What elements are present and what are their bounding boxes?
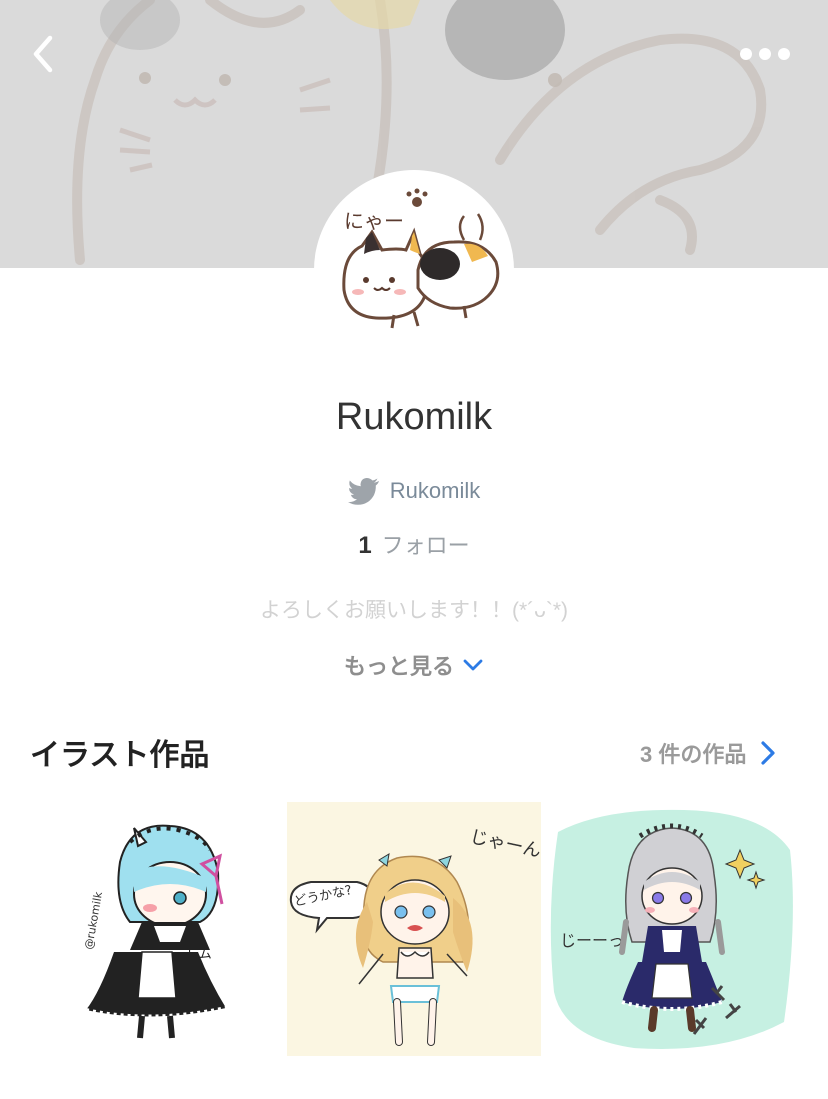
illustration-thumbnail-3[interactable]: じーーっ <box>544 802 798 1056</box>
twitter-icon <box>347 478 379 505</box>
follow-label: フォロー <box>381 533 470 558</box>
illustration-1-signature: @rukomilk <box>82 890 105 950</box>
paw-icon <box>406 188 428 207</box>
illustration-thumbnail-2[interactable]: じゃーん どうかな? <box>287 802 541 1056</box>
avatar-cat-illustration: にゃー <box>342 188 500 329</box>
twitter-handle: Rukomilk <box>389 478 481 503</box>
more-options-button[interactable] <box>734 36 796 72</box>
avatar[interactable]: にゃー <box>314 170 514 370</box>
illustration-artwork-1: @rukomilk レム <box>82 824 227 1039</box>
back-button[interactable] <box>22 30 66 78</box>
more-dots-icon <box>740 48 790 60</box>
follow-count: 1 <box>358 532 372 559</box>
chevron-left-icon <box>33 35 53 73</box>
illustration-1-caption: レム <box>186 947 212 962</box>
profile-name: Rukomilk <box>335 396 493 438</box>
illustration-thumbnail-1[interactable]: @rukomilk レム <box>30 802 284 1056</box>
avatar-text: にゃー <box>344 209 404 233</box>
illustrations-title: イラスト作品 <box>30 739 210 772</box>
chevron-down-icon <box>463 659 483 671</box>
twitter-link[interactable]: Rukomilk <box>0 474 828 508</box>
all-works-link[interactable]: 3 件の作品 <box>640 736 776 770</box>
illustration-3-side-text: じーーっ <box>560 931 624 950</box>
illustration-artwork-2: じゃーん どうかな? <box>289 826 541 1046</box>
chevron-right-icon <box>761 741 775 765</box>
follow-stat[interactable]: 1 フォロー <box>0 528 828 560</box>
illustration-2-side-text: じゃーん <box>468 826 541 862</box>
profile-bio: よろしくお願いします！！(*´ᴗ`*) <box>260 599 568 622</box>
see-more-label: もっと見る <box>343 654 454 679</box>
works-count: 3 件の作品 <box>640 742 747 767</box>
illustration-artwork-3: じーーっ <box>550 809 793 1049</box>
see-more-button[interactable]: もっと見る <box>0 648 828 682</box>
